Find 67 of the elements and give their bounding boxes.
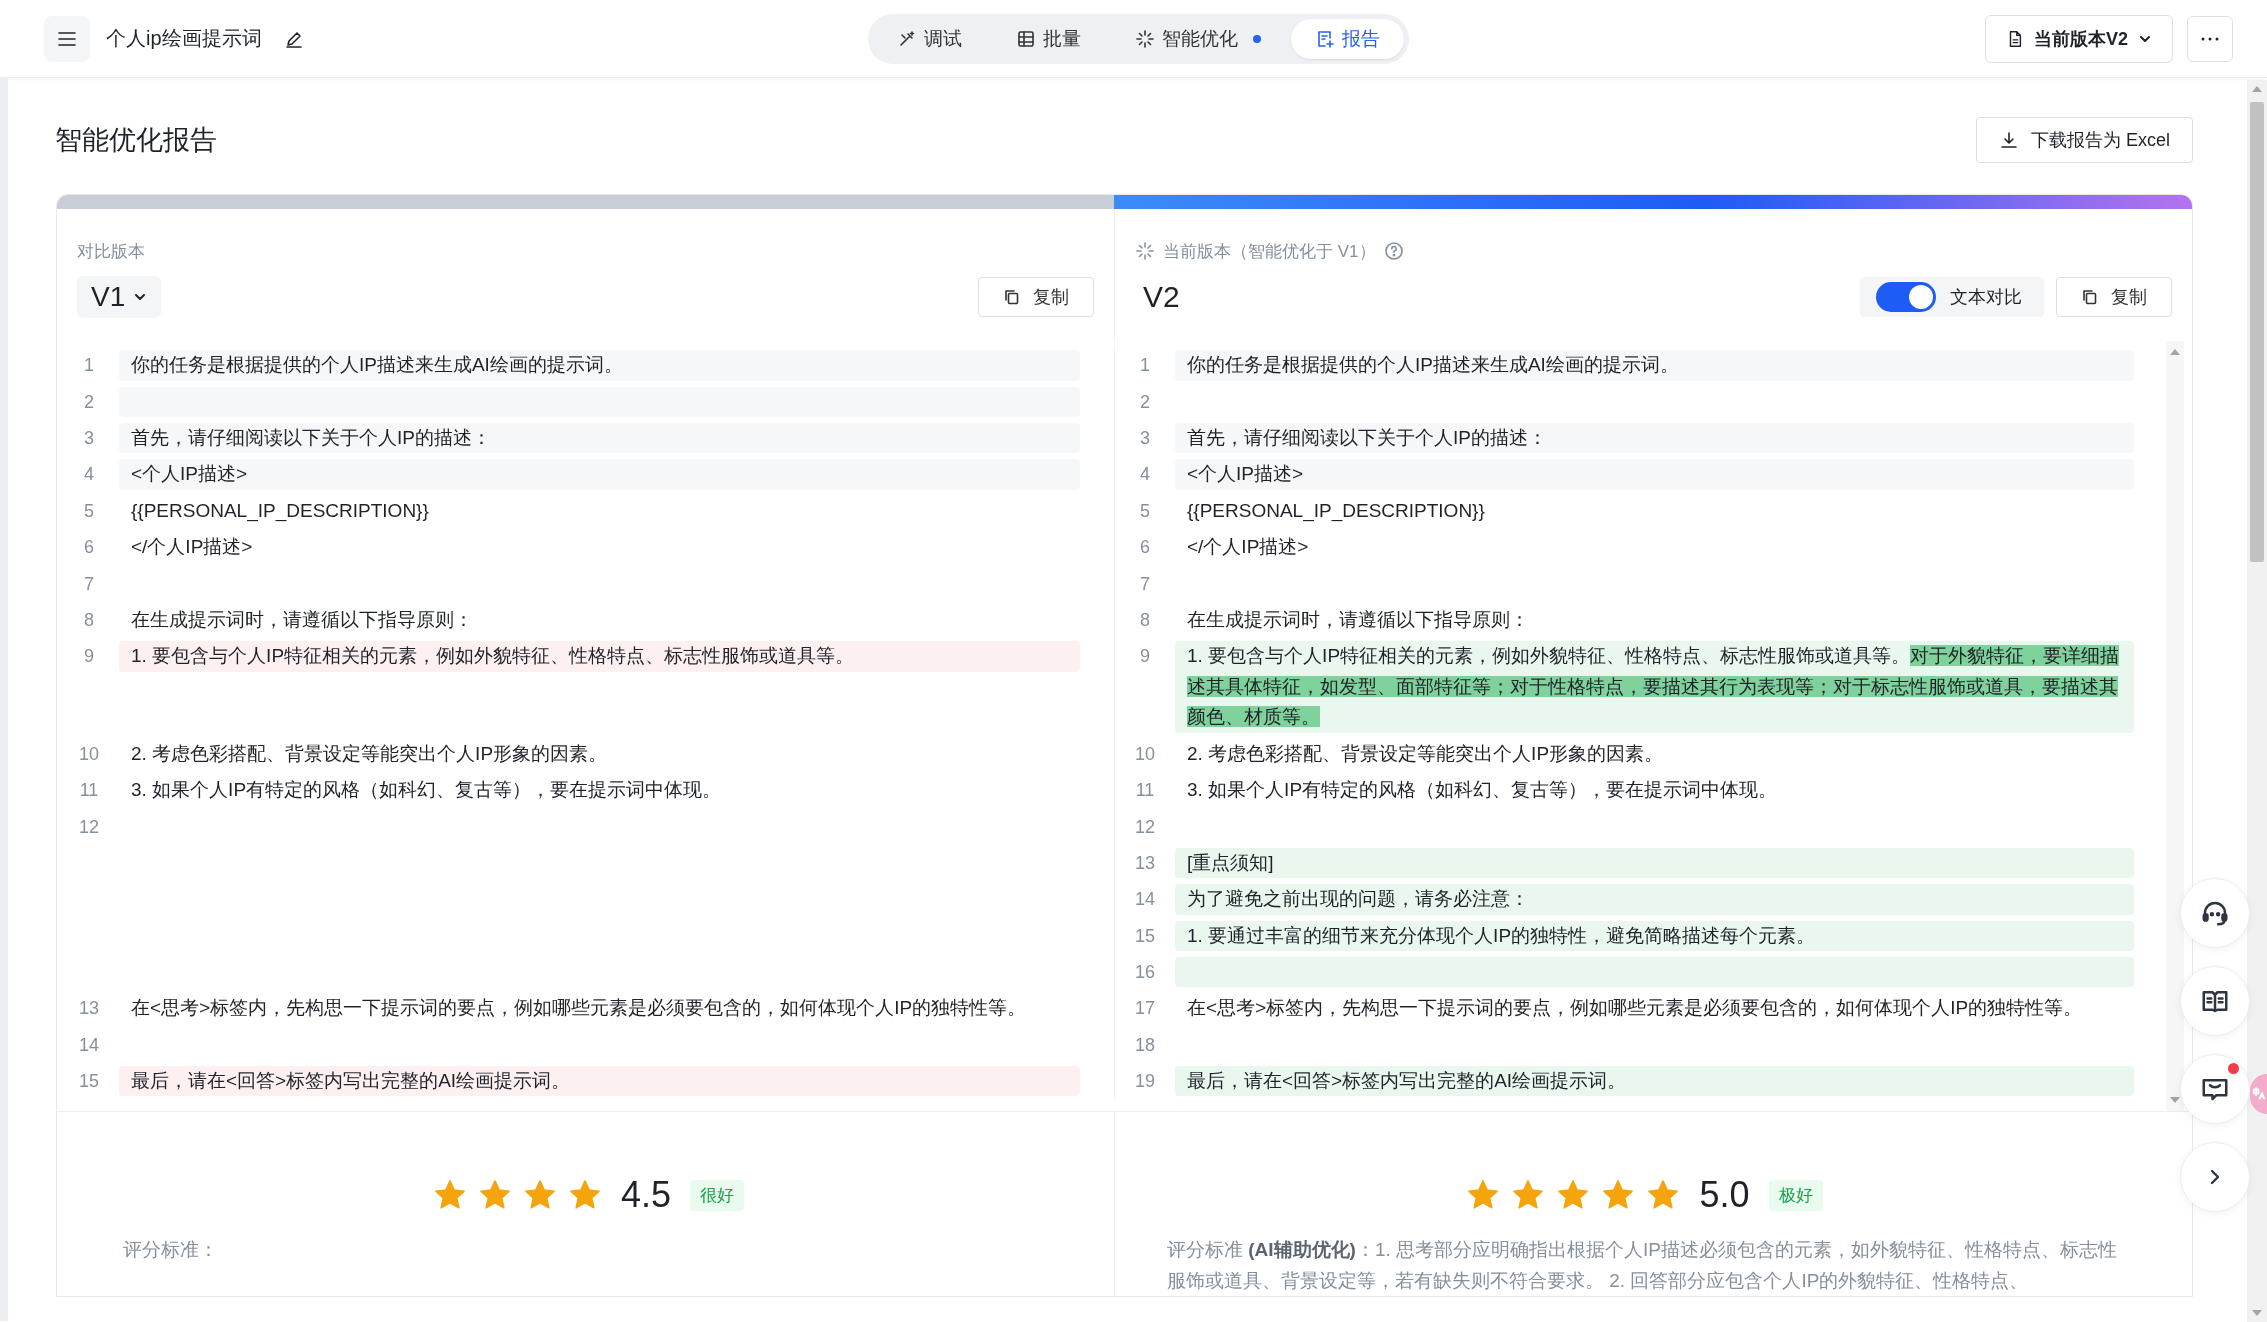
line-number: 9	[83, 645, 95, 668]
tab[interactable]: 报告	[1291, 18, 1404, 59]
tab[interactable]: 调试	[873, 18, 986, 59]
line-number: 1	[83, 354, 95, 377]
line-number: 4	[1139, 463, 1151, 486]
line-number: 13	[78, 997, 100, 1020]
line-number: 14	[78, 1033, 100, 1057]
version-button[interactable]: 当前版本V2	[1984, 14, 2173, 63]
code-line: {{PERSONAL_IP_DESCRIPTION}}	[130, 498, 430, 524]
line-number: 5	[83, 499, 95, 523]
code-line: 在生成提示词时，请遵循以下指导原则：	[1186, 607, 1530, 632]
download-button[interactable]: 下载报告为 Excel	[1975, 117, 2193, 163]
line-number: 10	[78, 742, 100, 766]
code-line: {{PERSONAL_IP_DESCRIPTION}}	[1186, 498, 1486, 524]
page-title: 智能优化报告	[55, 124, 217, 157]
code-line: 2. 考虑色彩搭配、背景设定等能突出个人IP形象的因素。	[130, 741, 609, 766]
section-label: 当前版本（智能优化于 V1）	[1163, 240, 1376, 263]
code-line: 在生成提示词时，请遵循以下指导原则：	[130, 607, 474, 632]
code-line: </个人IP描述>	[1186, 535, 1310, 559]
rating-badge: 很好	[690, 1179, 744, 1211]
code-line: 在<思考>标签内，先构思一下提示词的要点，例如哪些元素是必须要包含的，如何体现个人IP的独特性等。	[130, 996, 1028, 1020]
line-number: 19	[1134, 1069, 1156, 1093]
criteria-text: 评分标准：	[123, 1238, 219, 1262]
line-number: 11	[1134, 779, 1156, 802]
line-number: 8	[83, 608, 95, 632]
prompt-title: 个人ip绘画提示词	[106, 26, 262, 51]
text-compare-toggle[interactable]: 文本对比	[1860, 277, 2044, 317]
section-label: 对比版本	[77, 240, 145, 263]
line-number: 2	[1139, 390, 1151, 414]
line-number: 12	[78, 815, 100, 839]
line-number: 15	[1134, 924, 1156, 948]
line-number: 13	[1134, 851, 1156, 875]
line-number: 11	[78, 779, 100, 802]
line-number: 3	[1139, 426, 1151, 450]
line-number: 5	[1139, 499, 1151, 523]
criteria-text: 评分标准 (AI辅助优化)：1. 思考部分应明确指出根据个人IP描述必须包含的元素，如外貌特征、性格特点、标志性服饰或道具、背景设定等，若有缺失则不符合要求。 2. 回答部分应包含个人IP的外貌特征、性格特点、	[1167, 1238, 2118, 1293]
code-line: 2. 考虑色彩搭配、背景设定等能突出个人IP形象的因素。	[1186, 741, 1665, 766]
line-number: 17	[1134, 997, 1156, 1020]
tab[interactable]: 智能优化	[1111, 18, 1285, 59]
code-line: 在<思考>标签内，先构思一下提示词的要点，例如哪些元素是必须要包含的，如何体现个人IP的独特性等。	[1186, 996, 2084, 1020]
line-number: 15	[78, 1069, 100, 1093]
line-number: 14	[1134, 888, 1156, 911]
code-line: 3. 如果个人IP有特定的风格（如科幻、复古等），要在提示词中体现。	[1186, 778, 1779, 802]
line-number: 3	[83, 426, 95, 450]
line-number: 9	[1139, 645, 1151, 668]
copy-button[interactable]: 复制	[978, 277, 1094, 317]
line-number: 4	[83, 463, 95, 486]
line-number: 6	[1139, 536, 1151, 559]
line-number: 7	[83, 572, 95, 596]
line-number: 8	[1139, 608, 1151, 632]
code-line: </个人IP描述>	[130, 535, 254, 559]
version-select[interactable]: V1	[77, 276, 162, 318]
line-number: 2	[83, 390, 95, 414]
copy-button[interactable]: 复制	[2056, 277, 2172, 317]
line-number: 6	[83, 536, 95, 559]
line-number: 10	[1134, 742, 1156, 766]
version-label: V2	[1143, 280, 1180, 314]
rating-badge: 极好	[1768, 1179, 1823, 1211]
line-number: 1	[1139, 354, 1151, 377]
line-number: 18	[1134, 1033, 1156, 1057]
code-line: 3. 如果个人IP有特定的风格（如科幻、复古等），要在提示词中体现。	[130, 778, 723, 802]
score: 4.5	[620, 1174, 671, 1216]
line-number: 12	[1134, 815, 1156, 839]
score: 5.0	[1699, 1174, 1750, 1216]
line-number: 16	[1134, 961, 1156, 984]
tab[interactable]: 批量	[992, 18, 1105, 59]
line-number: 7	[1139, 572, 1151, 596]
